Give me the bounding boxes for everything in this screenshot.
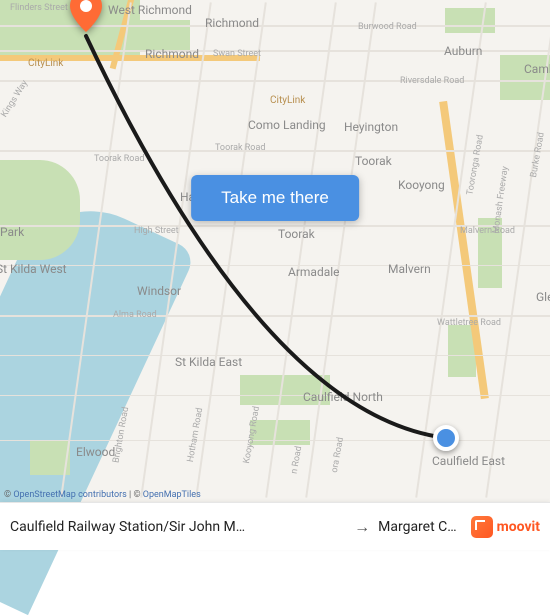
to-location: Margaret C… <box>378 519 457 535</box>
moovit-logo[interactable]: moovit <box>457 516 540 538</box>
origin-marker-icon <box>433 425 459 451</box>
route-summary-bar: Caulfield Railway Station/Sir John M… → … <box>0 502 550 550</box>
openmaptiles-link[interactable]: OpenMapTiles <box>143 490 201 500</box>
map-background <box>0 0 550 550</box>
moovit-logo-text: moovit <box>497 519 540 535</box>
map-container[interactable]: RichmondAuburnComo LandingHeyingtonToora… <box>0 0 550 550</box>
destination-marker-icon <box>70 0 102 36</box>
take-me-there-button[interactable]: Take me there <box>191 175 359 221</box>
arrow-right-icon: → <box>346 517 378 537</box>
map-attribution: © OpenStreetMap contributors | © OpenMap… <box>4 490 201 500</box>
moovit-logo-icon <box>471 516 493 538</box>
from-location: Caulfield Railway Station/Sir John M… <box>10 519 346 535</box>
osm-link[interactable]: OpenStreetMap contributors <box>13 490 126 500</box>
